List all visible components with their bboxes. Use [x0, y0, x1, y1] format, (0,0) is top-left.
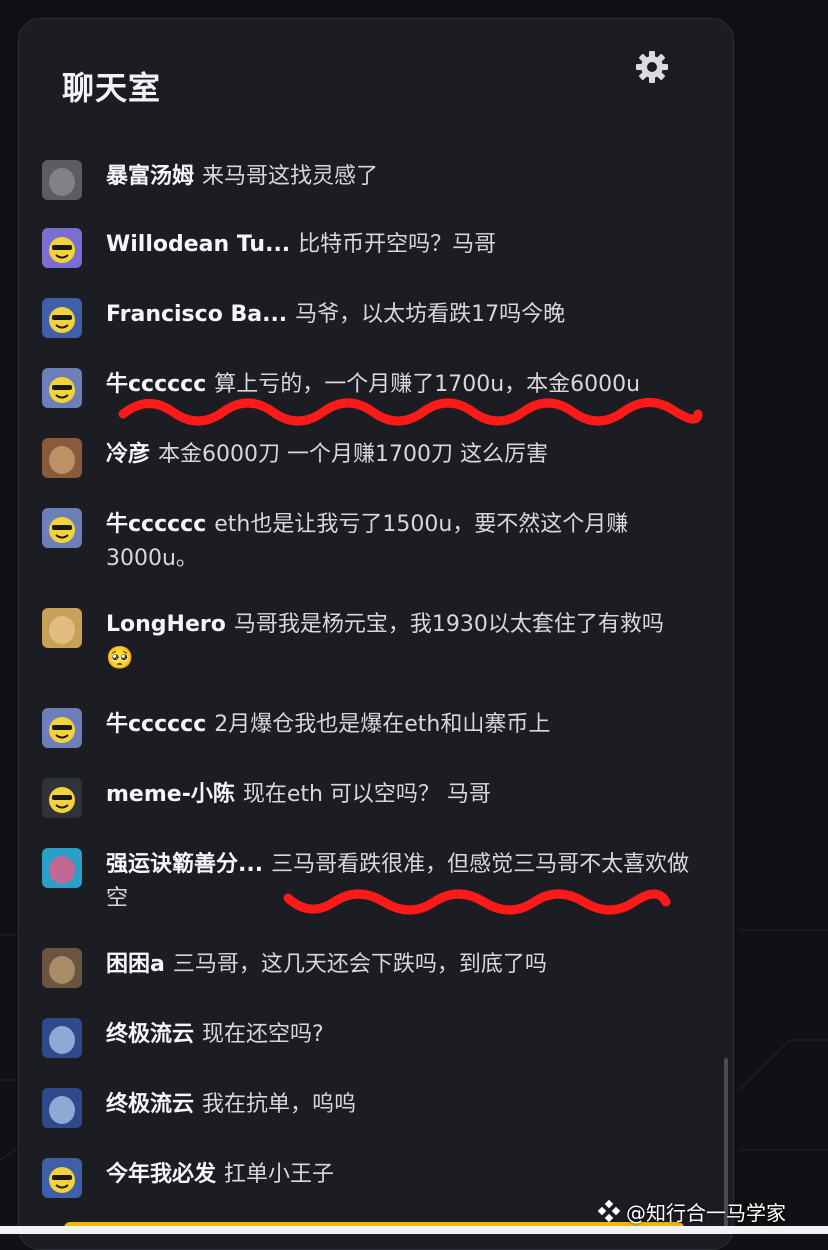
- message-line: 困困a 三马哥，这几天还会下跌吗，到底了吗: [106, 948, 690, 982]
- avatar[interactable]: [42, 708, 82, 748]
- avatar[interactable]: [42, 1158, 82, 1198]
- message-text: 2月爆仓我也是爆在eth和山寨币上: [214, 712, 551, 737]
- message-line: 冷彦 本金6000刀 一个月赚1700刀 这么厉害: [106, 438, 690, 472]
- avatar[interactable]: [42, 160, 82, 200]
- message-username[interactable]: 牛cccccc: [106, 712, 206, 737]
- message-text: 来马哥这找灵感了: [202, 164, 379, 189]
- message-text: 算上亏的，一个月赚了1700u，本金6000u: [214, 372, 641, 397]
- message-username[interactable]: 终极流云: [106, 1022, 194, 1047]
- avatar[interactable]: [42, 508, 82, 548]
- watermark: @知行合一马学家: [598, 1196, 786, 1226]
- message-username[interactable]: meme-小陈: [106, 782, 235, 807]
- message-line: Willodean Tu... 比特币开空吗？马哥: [106, 228, 690, 262]
- message-username[interactable]: 今年我必发: [106, 1162, 216, 1187]
- message-username[interactable]: Francisco Ba...: [106, 302, 287, 327]
- message-username[interactable]: 牛cccccc: [106, 372, 206, 397]
- bottom-strip: [0, 1226, 828, 1234]
- watermark-text: @知行合一马学家: [626, 1200, 786, 1225]
- avatar[interactable]: [42, 1018, 82, 1058]
- message-username[interactable]: 牛cccccc: [106, 512, 206, 537]
- message-line: Francisco Ba... 马爷，以太坊看跌17吗今晚: [106, 298, 690, 332]
- avatar[interactable]: [42, 608, 82, 648]
- avatar[interactable]: [42, 298, 82, 338]
- message-username[interactable]: 终极流云: [106, 1092, 194, 1117]
- message-username[interactable]: 困困a: [106, 952, 165, 977]
- message-text: 本金6000刀 一个月赚1700刀 这么厉害: [158, 442, 548, 467]
- message-line: 今年我必发 扛单小王子: [106, 1158, 690, 1192]
- message-text: 比特币开空吗？马哥: [298, 232, 497, 257]
- avatar[interactable]: [42, 778, 82, 818]
- message-line: 牛cccccc 算上亏的，一个月赚了1700u，本金6000u: [106, 368, 690, 402]
- avatar[interactable]: [42, 1088, 82, 1128]
- avatar[interactable]: [42, 228, 82, 268]
- message-line: 终极流云 现在还空吗?: [106, 1018, 690, 1052]
- avatar[interactable]: [42, 848, 82, 888]
- message-text: 三马哥，这几天还会下跌吗，到底了吗: [172, 952, 547, 977]
- message-line: 强运诀簕善分... 三马哥看跌很准，但感觉三马哥不太喜欢做空: [106, 848, 690, 916]
- message-text: 现在还空吗?: [202, 1022, 324, 1047]
- message-username[interactable]: 冷彦: [106, 442, 150, 467]
- message-line: 牛cccccc eth也是让我亏了1500u，要不然这个月赚3000u。: [106, 508, 690, 576]
- chat-header: 聊天室: [42, 64, 161, 108]
- avatar[interactable]: [42, 438, 82, 478]
- message-text: 现在eth 可以空吗？ 马哥: [242, 782, 491, 807]
- message-line: 暴富汤姆 来马哥这找灵感了: [106, 160, 690, 194]
- message-line: LongHero 马哥我是杨元宝，我1930以太套住了有救吗🥺: [106, 608, 690, 676]
- message-username[interactable]: LongHero: [106, 612, 226, 637]
- message-username[interactable]: 强运诀簕善分...: [106, 852, 263, 877]
- avatar[interactable]: [42, 948, 82, 988]
- message-text: 扛单小王子: [224, 1162, 335, 1187]
- chat-title: 聊天室: [62, 69, 162, 107]
- message-line: 牛cccccc 2月爆仓我也是爆在eth和山寨币上: [106, 708, 690, 742]
- message-line: meme-小陈 现在eth 可以空吗？ 马哥: [106, 778, 690, 812]
- gear-icon[interactable]: [634, 49, 670, 85]
- message-text: 马爷，以太坊看跌17吗今晚: [295, 302, 566, 327]
- watermark-logo-icon: [598, 1200, 620, 1222]
- message-username[interactable]: Willodean Tu...: [106, 232, 290, 257]
- message-username[interactable]: 暴富汤姆: [106, 164, 194, 189]
- avatar[interactable]: [42, 368, 82, 408]
- message-line: 终极流云 我在抗单，呜呜: [106, 1088, 690, 1122]
- message-text: 我在抗单，呜呜: [202, 1092, 357, 1117]
